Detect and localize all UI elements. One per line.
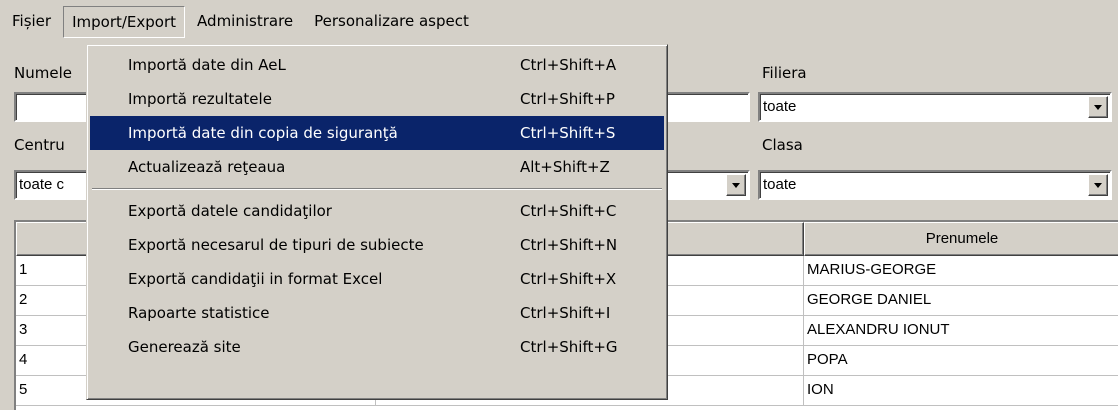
menu-item-label: Importă rezultatele bbox=[128, 90, 272, 108]
menu-bar: Fișier Import/Export Administrare Person… bbox=[0, 0, 1118, 44]
menu-administrare[interactable]: Administrare bbox=[188, 6, 302, 38]
numele-label: Numele bbox=[14, 64, 72, 82]
menu-item-shortcut: Ctrl+Shift+S bbox=[520, 124, 616, 142]
row-prenume: POPA bbox=[804, 346, 1118, 376]
menu-import-export[interactable]: Import/Export bbox=[63, 6, 186, 38]
menu-item-label: Importă date din copia de siguranţă bbox=[128, 124, 398, 142]
menu-item-label: Actualizează reţeaua bbox=[128, 158, 286, 176]
centru-dropdown-arrow-icon[interactable] bbox=[726, 174, 746, 196]
filiera-dropdown-arrow-icon[interactable] bbox=[1088, 96, 1108, 118]
menu-item-shortcut: Ctrl+Shift+P bbox=[520, 90, 615, 108]
menu-item-importa-rezultatele[interactable]: Importă rezultatele Ctrl+Shift+P bbox=[90, 82, 664, 116]
filiera-value: toate bbox=[763, 98, 797, 115]
menu-item-exporta-datele-candidatilor[interactable]: Exportă datele candidaţilor Ctrl+Shift+C bbox=[90, 194, 664, 228]
menu-item-label: Rapoarte statistice bbox=[128, 304, 270, 322]
filiera-select[interactable]: toate bbox=[758, 92, 1112, 122]
clasa-label: Clasa bbox=[762, 136, 803, 154]
clasa-value: toate bbox=[763, 176, 797, 193]
menu-personalizare-aspect[interactable]: Personalizare aspect bbox=[305, 6, 478, 38]
centru-label: Centru bbox=[14, 136, 65, 154]
row-prenume: MARIUS-GEORGE bbox=[804, 256, 1118, 286]
menu-item-label: Importă date din AeL bbox=[128, 56, 286, 74]
menu-item-importa-copia-siguranta[interactable]: Importă date din copia de siguranţă Ctrl… bbox=[90, 116, 664, 150]
menu-item-shortcut: Ctrl+Shift+A bbox=[520, 56, 617, 74]
menu-item-rapoarte-statistice[interactable]: Rapoarte statistice Ctrl+Shift+I bbox=[90, 296, 664, 330]
menu-item-label: Exportă necesarul de tipuri de subiecte bbox=[128, 236, 424, 254]
menu-item-shortcut: Alt+Shift+Z bbox=[520, 158, 610, 176]
clasa-select[interactable]: toate bbox=[758, 170, 1112, 200]
menu-item-exporta-candidatii-excel[interactable]: Exportă candidaţii in format Excel Ctrl+… bbox=[90, 262, 664, 296]
filiera-label: Filiera bbox=[762, 64, 807, 82]
import-export-menu: Importă date din AeL Ctrl+Shift+A Import… bbox=[86, 44, 668, 400]
menu-item-genereaza-site[interactable]: Generează site Ctrl+Shift+G bbox=[90, 330, 664, 364]
menu-item-actualizeaza-reteaua[interactable]: Actualizează reţeaua Alt+Shift+Z bbox=[90, 150, 664, 184]
clasa-dropdown-arrow-icon[interactable] bbox=[1088, 174, 1108, 196]
menu-item-shortcut: Ctrl+Shift+C bbox=[520, 202, 617, 220]
row-prenume: ION bbox=[804, 376, 1118, 406]
menu-item-exporta-necesarul[interactable]: Exportă necesarul de tipuri de subiecte … bbox=[90, 228, 664, 262]
menu-item-importa-date-ael[interactable]: Importă date din AeL Ctrl+Shift+A bbox=[90, 48, 664, 82]
menu-item-shortcut: Ctrl+Shift+G bbox=[520, 338, 618, 356]
menu-item-label: Exportă candidaţii in format Excel bbox=[128, 270, 383, 288]
menu-item-label: Generează site bbox=[128, 338, 241, 356]
menu-item-shortcut: Ctrl+Shift+N bbox=[520, 236, 618, 254]
column-header-prenumele[interactable]: Prenumele bbox=[804, 222, 1118, 256]
menu-separator bbox=[90, 184, 664, 194]
row-prenume: ALEXANDRU IONUT bbox=[804, 316, 1118, 346]
menu-item-shortcut: Ctrl+Shift+I bbox=[520, 304, 611, 322]
row-prenume: GEORGE DANIEL bbox=[804, 286, 1118, 316]
menu-fisier[interactable]: Fișier bbox=[3, 6, 60, 38]
centru-value: toate c bbox=[19, 176, 65, 193]
menu-item-label: Exportă datele candidaţilor bbox=[128, 202, 332, 220]
menu-item-shortcut: Ctrl+Shift+X bbox=[520, 270, 617, 288]
